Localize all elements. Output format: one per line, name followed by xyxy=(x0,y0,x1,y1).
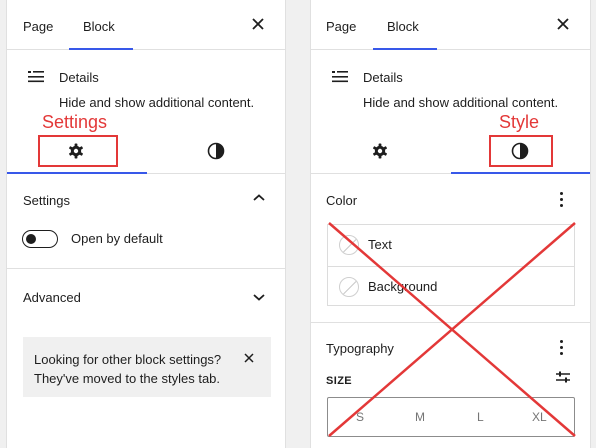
block-title: Details xyxy=(363,70,403,85)
tab-page[interactable]: Page xyxy=(23,0,53,50)
active-subtab-indicator xyxy=(451,172,590,174)
font-size-m[interactable]: M xyxy=(415,410,425,424)
tab-block[interactable]: Block xyxy=(69,0,133,50)
dismiss-notice-icon[interactable] xyxy=(243,352,255,364)
settings-annotation-box xyxy=(38,135,118,167)
chevron-down-icon[interactable] xyxy=(252,292,266,302)
tab-block[interactable]: Block xyxy=(373,0,437,50)
gear-icon[interactable] xyxy=(370,141,390,161)
color-options-list: Text Background xyxy=(327,224,575,306)
font-size-xl[interactable]: XL xyxy=(532,410,547,424)
right-sidebar-panel: Page Block Details Hide and show additio… xyxy=(310,0,591,448)
details-block-icon xyxy=(332,71,348,83)
section-divider xyxy=(7,268,285,269)
open-by-default-toggle[interactable] xyxy=(22,230,58,248)
sidebar-tabbar: Page Block xyxy=(311,0,590,50)
typography-section-title: Typography xyxy=(326,341,394,356)
sliders-icon[interactable] xyxy=(555,370,571,384)
moved-settings-notice: Looking for other block settings? They'v… xyxy=(23,337,271,397)
style-annotation-box xyxy=(489,135,553,167)
font-size-picker: S M L XL xyxy=(327,397,575,437)
size-label: SIZE xyxy=(326,375,353,387)
block-description: Hide and show additional content. xyxy=(59,95,255,110)
sidebar-tabbar: Page Block xyxy=(7,0,285,50)
color-item-label: Background xyxy=(368,279,438,294)
block-description: Hide and show additional content. xyxy=(363,95,559,110)
color-options-icon[interactable] xyxy=(560,192,564,208)
left-sidebar-panel: Page Block Details Hide and show additio… xyxy=(6,0,286,448)
notice-line-2: They've moved to the styles tab. xyxy=(34,371,221,386)
tab-page[interactable]: Page xyxy=(326,0,356,50)
color-section-title: Color xyxy=(326,193,358,208)
settings-section-title: Settings xyxy=(23,193,70,208)
notice-text: Looking for other block settings? They'v… xyxy=(34,350,221,388)
typography-options-icon[interactable] xyxy=(560,340,564,356)
close-icon[interactable] xyxy=(249,15,267,33)
toggle-label: Open by default xyxy=(71,231,163,246)
notice-line-1: Looking for other block settings? xyxy=(34,352,222,367)
close-icon[interactable] xyxy=(554,15,572,33)
advanced-section-title[interactable]: Advanced xyxy=(23,290,81,305)
chevron-up-icon[interactable] xyxy=(252,193,266,203)
color-item-text[interactable]: Text xyxy=(328,225,574,266)
contrast-style-icon[interactable] xyxy=(206,141,226,161)
details-block-icon xyxy=(28,71,44,83)
active-subtab-indicator xyxy=(7,172,147,174)
background-color-swatch xyxy=(339,277,359,297)
section-divider xyxy=(311,322,590,323)
block-title: Details xyxy=(59,70,99,85)
color-item-background[interactable]: Background xyxy=(328,266,574,307)
color-item-label: Text xyxy=(368,237,392,252)
font-size-s[interactable]: S xyxy=(356,410,364,424)
text-color-swatch xyxy=(339,235,359,255)
font-size-l[interactable]: L xyxy=(477,410,484,424)
